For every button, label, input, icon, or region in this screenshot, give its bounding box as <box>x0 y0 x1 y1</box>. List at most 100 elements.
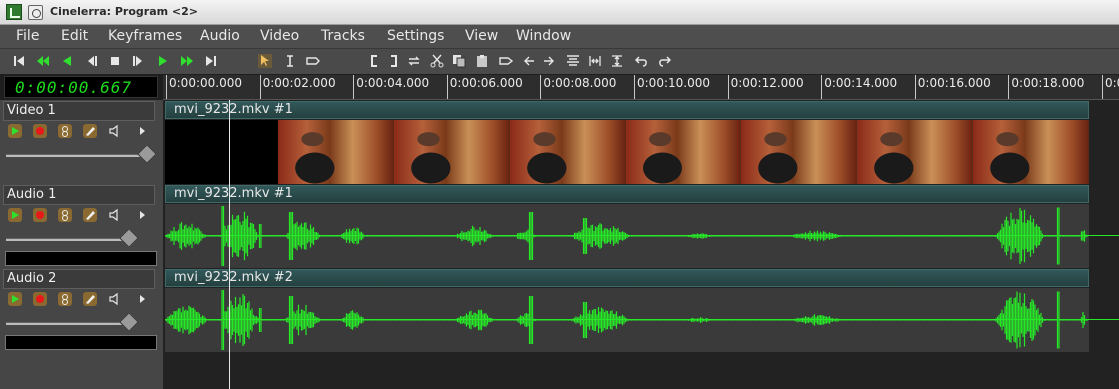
rewind-icon[interactable] <box>12 54 26 68</box>
stop-icon[interactable] <box>108 54 122 68</box>
app-icon[interactable] <box>6 4 22 20</box>
draw-icon[interactable] <box>83 124 97 138</box>
edit-title-bar[interactable]: mvi_9232.mkv #1 <box>165 185 1089 203</box>
mute-icon[interactable] <box>108 292 122 306</box>
expand-icon[interactable] <box>135 208 149 222</box>
menu-window[interactable]: Window <box>516 28 571 44</box>
in-point-icon[interactable] <box>367 54 381 68</box>
label-icon[interactable] <box>499 54 513 68</box>
ruler-tick <box>166 75 167 99</box>
paste-icon[interactable] <box>475 54 489 68</box>
menu-audio[interactable]: Audio <box>200 28 240 44</box>
menu-keyframes[interactable]: Keyframes <box>108 28 182 44</box>
record-track-icon[interactable] <box>33 292 47 306</box>
frame-reverse-icon[interactable] <box>84 54 98 68</box>
play-track-icon[interactable] <box>8 292 22 306</box>
cut-icon[interactable] <box>430 54 444 68</box>
volume-slider[interactable] <box>6 322 126 325</box>
gang-icon[interactable] <box>58 124 72 138</box>
expand-icon[interactable] <box>135 292 149 306</box>
waveform-path <box>165 290 1089 350</box>
ruler-label: 0:00:06.000 <box>449 76 523 90</box>
fast-forward-icon[interactable] <box>180 54 194 68</box>
slider-knob[interactable] <box>119 228 139 248</box>
fit-autos-icon[interactable] <box>610 54 624 68</box>
edit-title: mvi_9232.mkv #1 <box>174 102 293 117</box>
ruler-tick <box>259 75 261 99</box>
expand-icon[interactable] <box>135 124 149 138</box>
video-frame-thumbnail <box>973 120 1090 184</box>
undo-icon[interactable] <box>635 54 649 68</box>
mute-icon[interactable] <box>108 124 122 138</box>
ruler-label: 0:00:10.000 <box>637 76 710 90</box>
menu-tracks[interactable]: Tracks <box>321 28 365 44</box>
record-track-icon[interactable] <box>33 124 47 138</box>
play-track-icon[interactable] <box>8 208 22 222</box>
next-label-icon[interactable] <box>543 54 557 68</box>
audio-meter <box>5 335 157 350</box>
play-icon[interactable] <box>156 54 170 68</box>
gang-icon[interactable] <box>58 208 72 222</box>
volume-slider[interactable] <box>6 238 126 241</box>
audio-meter <box>5 251 157 266</box>
audio-waveform <box>165 290 1089 350</box>
track-name[interactable]: Video 1 <box>3 101 155 121</box>
audio-edit[interactable] <box>165 204 1119 268</box>
timeline-canvas[interactable]: mvi_9232.mkv #1 mvi_9232.mkv #1 mvi_9232.m… <box>163 100 1119 389</box>
overwrite-icon[interactable] <box>407 54 421 68</box>
edit-title: mvi_9232.mkv #1 <box>174 186 293 201</box>
reverse-icon[interactable] <box>60 54 74 68</box>
ruler-label: 0:00:08.000 <box>543 76 617 90</box>
clock-value: 0:00:00.667 <box>15 78 132 97</box>
video-edit[interactable] <box>165 120 1090 184</box>
window-menu-icon[interactable] <box>28 5 43 20</box>
playhead-cursor[interactable] <box>229 100 230 389</box>
patchbay-panel: Video 1 Audio 1 Audio 2 <box>0 100 163 389</box>
track-name[interactable]: Audio 2 <box>3 269 155 289</box>
menu-view[interactable]: View <box>465 28 498 44</box>
fit-selection-icon[interactable] <box>588 54 602 68</box>
arrow-mode-icon[interactable] <box>258 54 272 68</box>
redo-icon[interactable] <box>657 54 671 68</box>
edit-title-bar[interactable]: mvi_9232.mkv #2 <box>165 269 1089 287</box>
edit-title: mvi_9232.mkv #2 <box>174 270 293 285</box>
menu-video[interactable]: Video <box>260 28 299 44</box>
draw-icon[interactable] <box>83 208 97 222</box>
fast-reverse-icon[interactable] <box>36 54 50 68</box>
menu-edit[interactable]: Edit <box>61 28 88 44</box>
label-mode-icon[interactable] <box>306 54 320 68</box>
menu-settings[interactable]: Settings <box>387 28 444 44</box>
ibeam-mode-icon[interactable] <box>283 54 297 68</box>
ruler-tick <box>914 75 916 99</box>
play-track-icon[interactable] <box>8 124 22 138</box>
edit-title-bar[interactable]: mvi_9232.mkv #1 <box>165 101 1089 119</box>
track-name[interactable]: Audio 1 <box>3 185 155 205</box>
position-clock: 0:00:00.667 <box>4 76 158 98</box>
ruler-label: 0:00:00.000 <box>169 76 242 90</box>
menu-file[interactable]: File <box>16 28 39 44</box>
to-clip-icon[interactable] <box>566 54 580 68</box>
ruler-tick <box>446 75 448 99</box>
ruler-tick <box>821 75 823 99</box>
mute-icon[interactable] <box>108 208 122 222</box>
audio-edit[interactable] <box>165 288 1119 352</box>
toolbar <box>0 49 1119 74</box>
slider-knob[interactable] <box>119 312 139 332</box>
video-frame-thumbnail <box>393 120 510 184</box>
gang-icon[interactable] <box>58 292 72 306</box>
copy-icon[interactable] <box>452 54 466 68</box>
record-track-icon[interactable] <box>33 208 47 222</box>
frame-forward-icon[interactable] <box>132 54 146 68</box>
ruler-tick <box>540 75 542 99</box>
prev-label-icon[interactable] <box>521 54 535 68</box>
slider-knob[interactable] <box>137 144 157 164</box>
ruler-tick <box>727 75 729 99</box>
ruler-tick <box>353 75 355 99</box>
draw-icon[interactable] <box>83 292 97 306</box>
out-point-icon[interactable] <box>387 54 401 68</box>
ruler-tick <box>1102 75 1103 99</box>
video-frame-thumbnail <box>278 120 394 184</box>
fade-slider[interactable] <box>6 154 146 157</box>
goto-end-icon[interactable] <box>204 54 218 68</box>
time-ruler[interactable]: 0:00:00.000 0:00:02.000 0:00:04.000 0:00:06… <box>163 75 1119 100</box>
